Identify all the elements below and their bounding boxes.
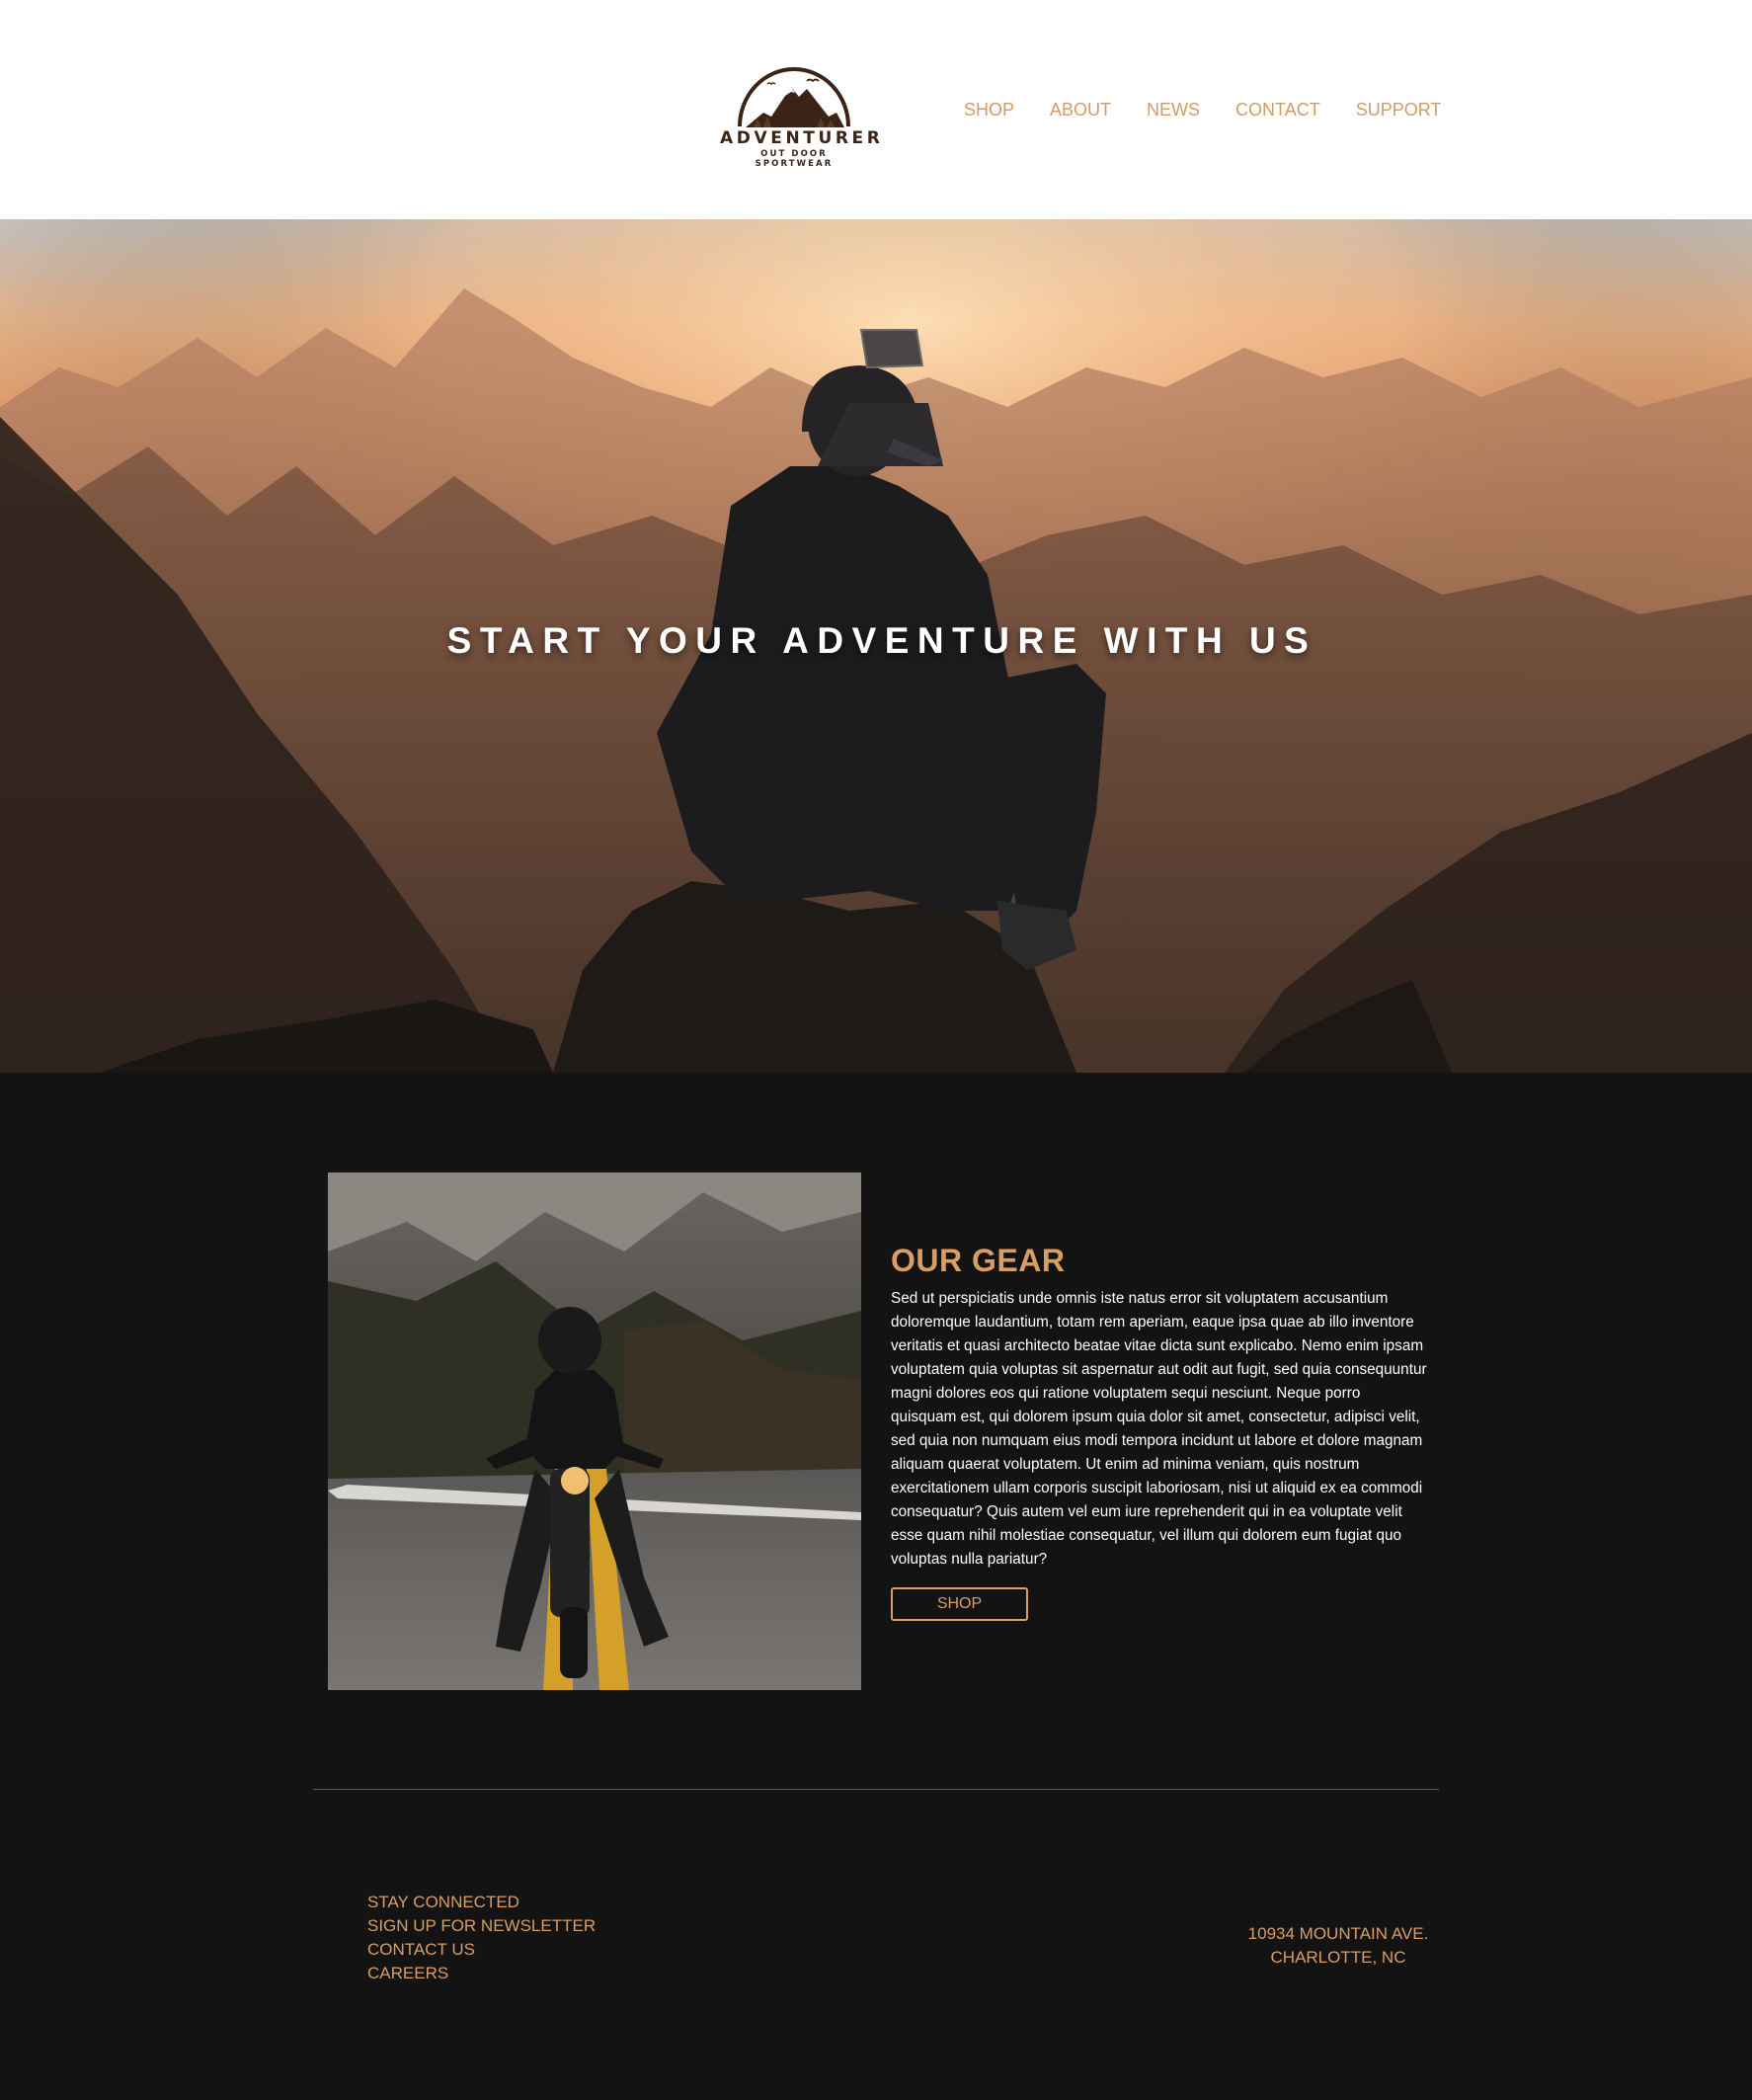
address-line-1: 10934 MOUNTAIN AVE. [1247,1924,1429,1943]
footer-link-stay-connected[interactable]: STAY CONNECTED [367,1891,596,1914]
nav-item-contact[interactable]: CONTACT [1235,99,1320,121]
footer-link-newsletter[interactable]: SIGN UP FOR NEWSLETTER [367,1914,596,1938]
nav-item-news[interactable]: NEWS [1147,99,1200,121]
footer-links: STAY CONNECTED SIGN UP FOR NEWSLETTER CO… [367,1891,596,1985]
shop-button[interactable]: SHOP [891,1587,1028,1621]
gear-description: Sed ut perspiciatis unde omnis iste natu… [891,1290,1427,1568]
main-nav: SHOP ABOUT NEWS CONTACT SUPPORT [964,99,1476,121]
site-header: ADVENTURER OUT DOOR SPORTWEAR SHOP ABOUT… [0,0,1752,219]
motorcycle-photo-icon [328,1172,861,1690]
logo-tagline: OUT DOOR SPORTWEAR [755,149,834,169]
logo-brand-text: ADVENTURER [720,128,884,148]
address-line-2: CHARLOTTE, NC [1270,1948,1406,1967]
footer-link-contact-us[interactable]: CONTACT US [367,1938,596,1962]
footer-link-careers[interactable]: CAREERS [367,1962,596,1985]
footer-divider [313,1789,1439,1790]
gear-motorcycle-image [328,1172,861,1690]
footer-address: 10934 MOUNTAIN AVE. CHARLOTTE, NC [1225,1922,1452,1970]
gear-title: OUR GEAR [891,1243,1066,1278]
mountain-arch-logo-icon [738,67,850,127]
hero-banner: START YOUR ADVENTURE WITH US [0,219,1752,1073]
nav-item-shop[interactable]: SHOP [964,99,1014,121]
nav-item-support[interactable]: SUPPORT [1356,99,1442,121]
site-logo[interactable]: ADVENTURER OUT DOOR SPORTWEAR [720,59,884,169]
nav-item-about[interactable]: ABOUT [1050,99,1111,121]
hero-title: START YOUR ADVENTURE WITH US [446,620,1317,661]
